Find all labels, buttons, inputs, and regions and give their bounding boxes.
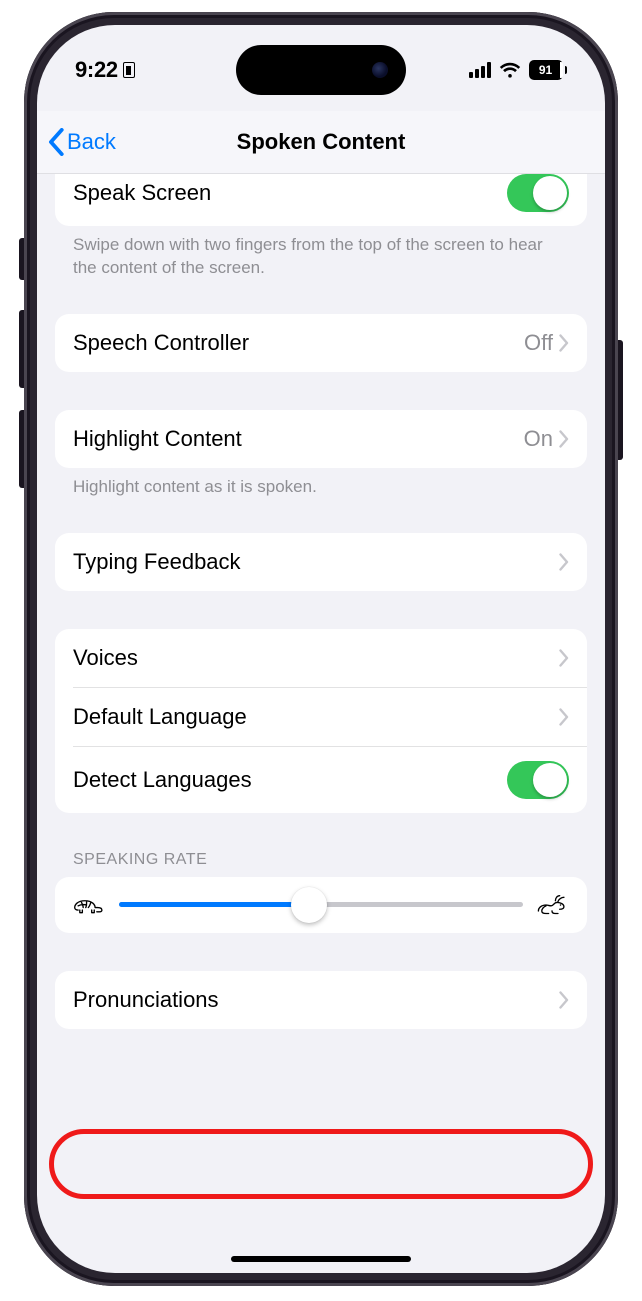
highlight-content-value: On <box>524 426 553 452</box>
speaking-rate-slider-row <box>55 877 587 933</box>
status-time: 9:22 <box>75 57 135 83</box>
speak-screen-label: Speak Screen <box>73 180 507 206</box>
content: Speak Screen Swipe down with two fingers… <box>37 174 605 1273</box>
hare-icon <box>535 893 569 917</box>
battery-indicator: 91 <box>529 60 568 80</box>
annotation-highlight <box>49 1129 593 1199</box>
chevron-right-icon <box>559 991 569 1009</box>
default-language-label: Default Language <box>73 704 559 730</box>
clock-text: 9:22 <box>75 57 118 83</box>
speech-controller-row[interactable]: Speech Controller Off <box>55 314 587 372</box>
wifi-icon <box>499 61 521 79</box>
pronunciations-label: Pronunciations <box>73 987 559 1013</box>
dynamic-island <box>236 45 406 95</box>
chevron-left-icon <box>47 128 65 156</box>
speaking-rate-slider[interactable] <box>119 902 523 907</box>
detect-languages-label: Detect Languages <box>73 767 507 793</box>
typing-feedback-label: Typing Feedback <box>73 549 559 575</box>
page-title: Spoken Content <box>37 129 605 155</box>
speak-screen-toggle[interactable] <box>507 174 569 212</box>
speech-controller-value: Off <box>524 330 553 356</box>
speak-screen-row[interactable]: Speak Screen <box>55 174 587 226</box>
detect-languages-row[interactable]: Detect Languages <box>55 747 587 813</box>
voices-label: Voices <box>73 645 559 671</box>
tortoise-icon <box>73 893 107 917</box>
back-label: Back <box>67 129 116 155</box>
cellular-icon <box>469 62 491 78</box>
screen: 9:22 91 <box>37 25 605 1273</box>
chevron-right-icon <box>559 430 569 448</box>
highlight-content-row[interactable]: Highlight Content On <box>55 410 587 468</box>
highlight-content-footer: Highlight content as it is spoken. <box>55 468 587 499</box>
highlight-content-label: Highlight Content <box>73 426 524 452</box>
chevron-right-icon <box>559 553 569 571</box>
typing-feedback-row[interactable]: Typing Feedback <box>55 533 587 591</box>
nav-bar: Back Spoken Content <box>37 111 605 173</box>
phone-frame: 9:22 91 <box>24 12 618 1286</box>
chevron-right-icon <box>559 649 569 667</box>
default-language-row[interactable]: Default Language <box>55 688 587 746</box>
speaking-rate-header: SPEAKING RATE <box>55 851 587 877</box>
speech-controller-label: Speech Controller <box>73 330 524 356</box>
slider-thumb[interactable] <box>291 887 327 923</box>
voices-row[interactable]: Voices <box>55 629 587 687</box>
detect-languages-toggle[interactable] <box>507 761 569 799</box>
pronunciations-row[interactable]: Pronunciations <box>55 971 587 1029</box>
speak-screen-footer: Swipe down with two fingers from the top… <box>55 226 587 280</box>
home-indicator[interactable] <box>231 1256 411 1262</box>
chevron-right-icon <box>559 708 569 726</box>
battery-pct: 91 <box>539 63 552 77</box>
chevron-right-icon <box>559 334 569 352</box>
sim-icon <box>123 62 135 78</box>
back-button[interactable]: Back <box>47 128 116 156</box>
